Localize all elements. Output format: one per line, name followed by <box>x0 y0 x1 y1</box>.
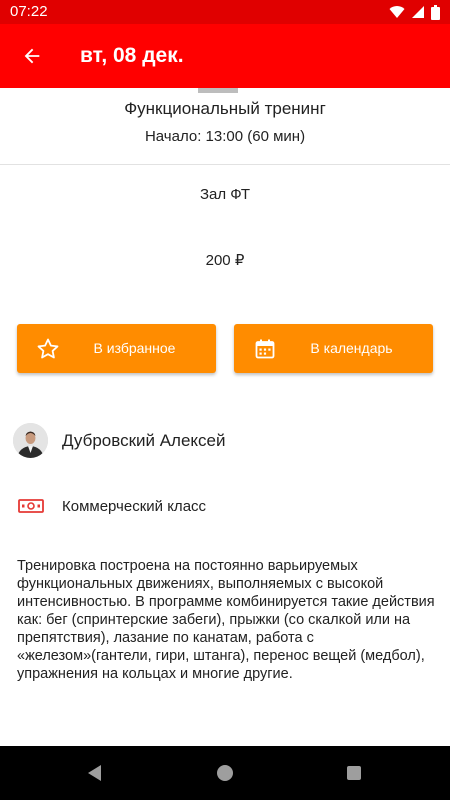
money-icon <box>18 499 44 513</box>
class-hall: Зал ФТ <box>199 186 251 203</box>
back-button[interactable] <box>12 36 52 76</box>
trainer-avatar[interactable] <box>13 423 48 458</box>
page-title: вт, 08 дек. <box>80 44 184 67</box>
cellular-signal-icon <box>412 6 424 18</box>
add-to-calendar-label: В календарь <box>310 340 393 356</box>
avatar-image <box>13 423 48 458</box>
system-navigation-bar <box>0 746 450 800</box>
arrow-left-icon <box>24 48 40 64</box>
add-to-favorites-button[interactable]: В избранное <box>17 324 216 373</box>
add-to-calendar-button[interactable]: В календарь <box>234 324 433 373</box>
class-price: 200 ₽ <box>205 252 245 269</box>
nav-back-icon[interactable] <box>86 764 104 782</box>
app-bar: вт, 08 дек. <box>0 24 450 88</box>
screen: 07:22 вт, 08 дек. Функциональный тренинг… <box>0 0 450 800</box>
class-start-time: Начало: 13:00 (60 мин) <box>144 128 306 145</box>
nav-home-button[interactable] <box>217 765 233 781</box>
status-icons <box>389 4 440 20</box>
battery-icon <box>431 4 440 20</box>
trainer-name[interactable]: Дубровский Алексей <box>62 431 226 451</box>
class-description: Тренировка построена на постоянно варьир… <box>17 558 435 682</box>
nav-recents-button[interactable] <box>347 766 361 780</box>
class-title: Функциональный тренинг <box>124 99 326 118</box>
status-bar: 07:22 <box>0 0 450 24</box>
add-to-favorites-label: В избранное <box>93 340 176 356</box>
scroll-indicator <box>198 88 238 93</box>
status-time: 07:22 <box>10 3 48 20</box>
divider <box>0 164 450 165</box>
class-type-label: Коммерческий класс <box>62 498 207 515</box>
wifi-icon <box>389 6 405 19</box>
